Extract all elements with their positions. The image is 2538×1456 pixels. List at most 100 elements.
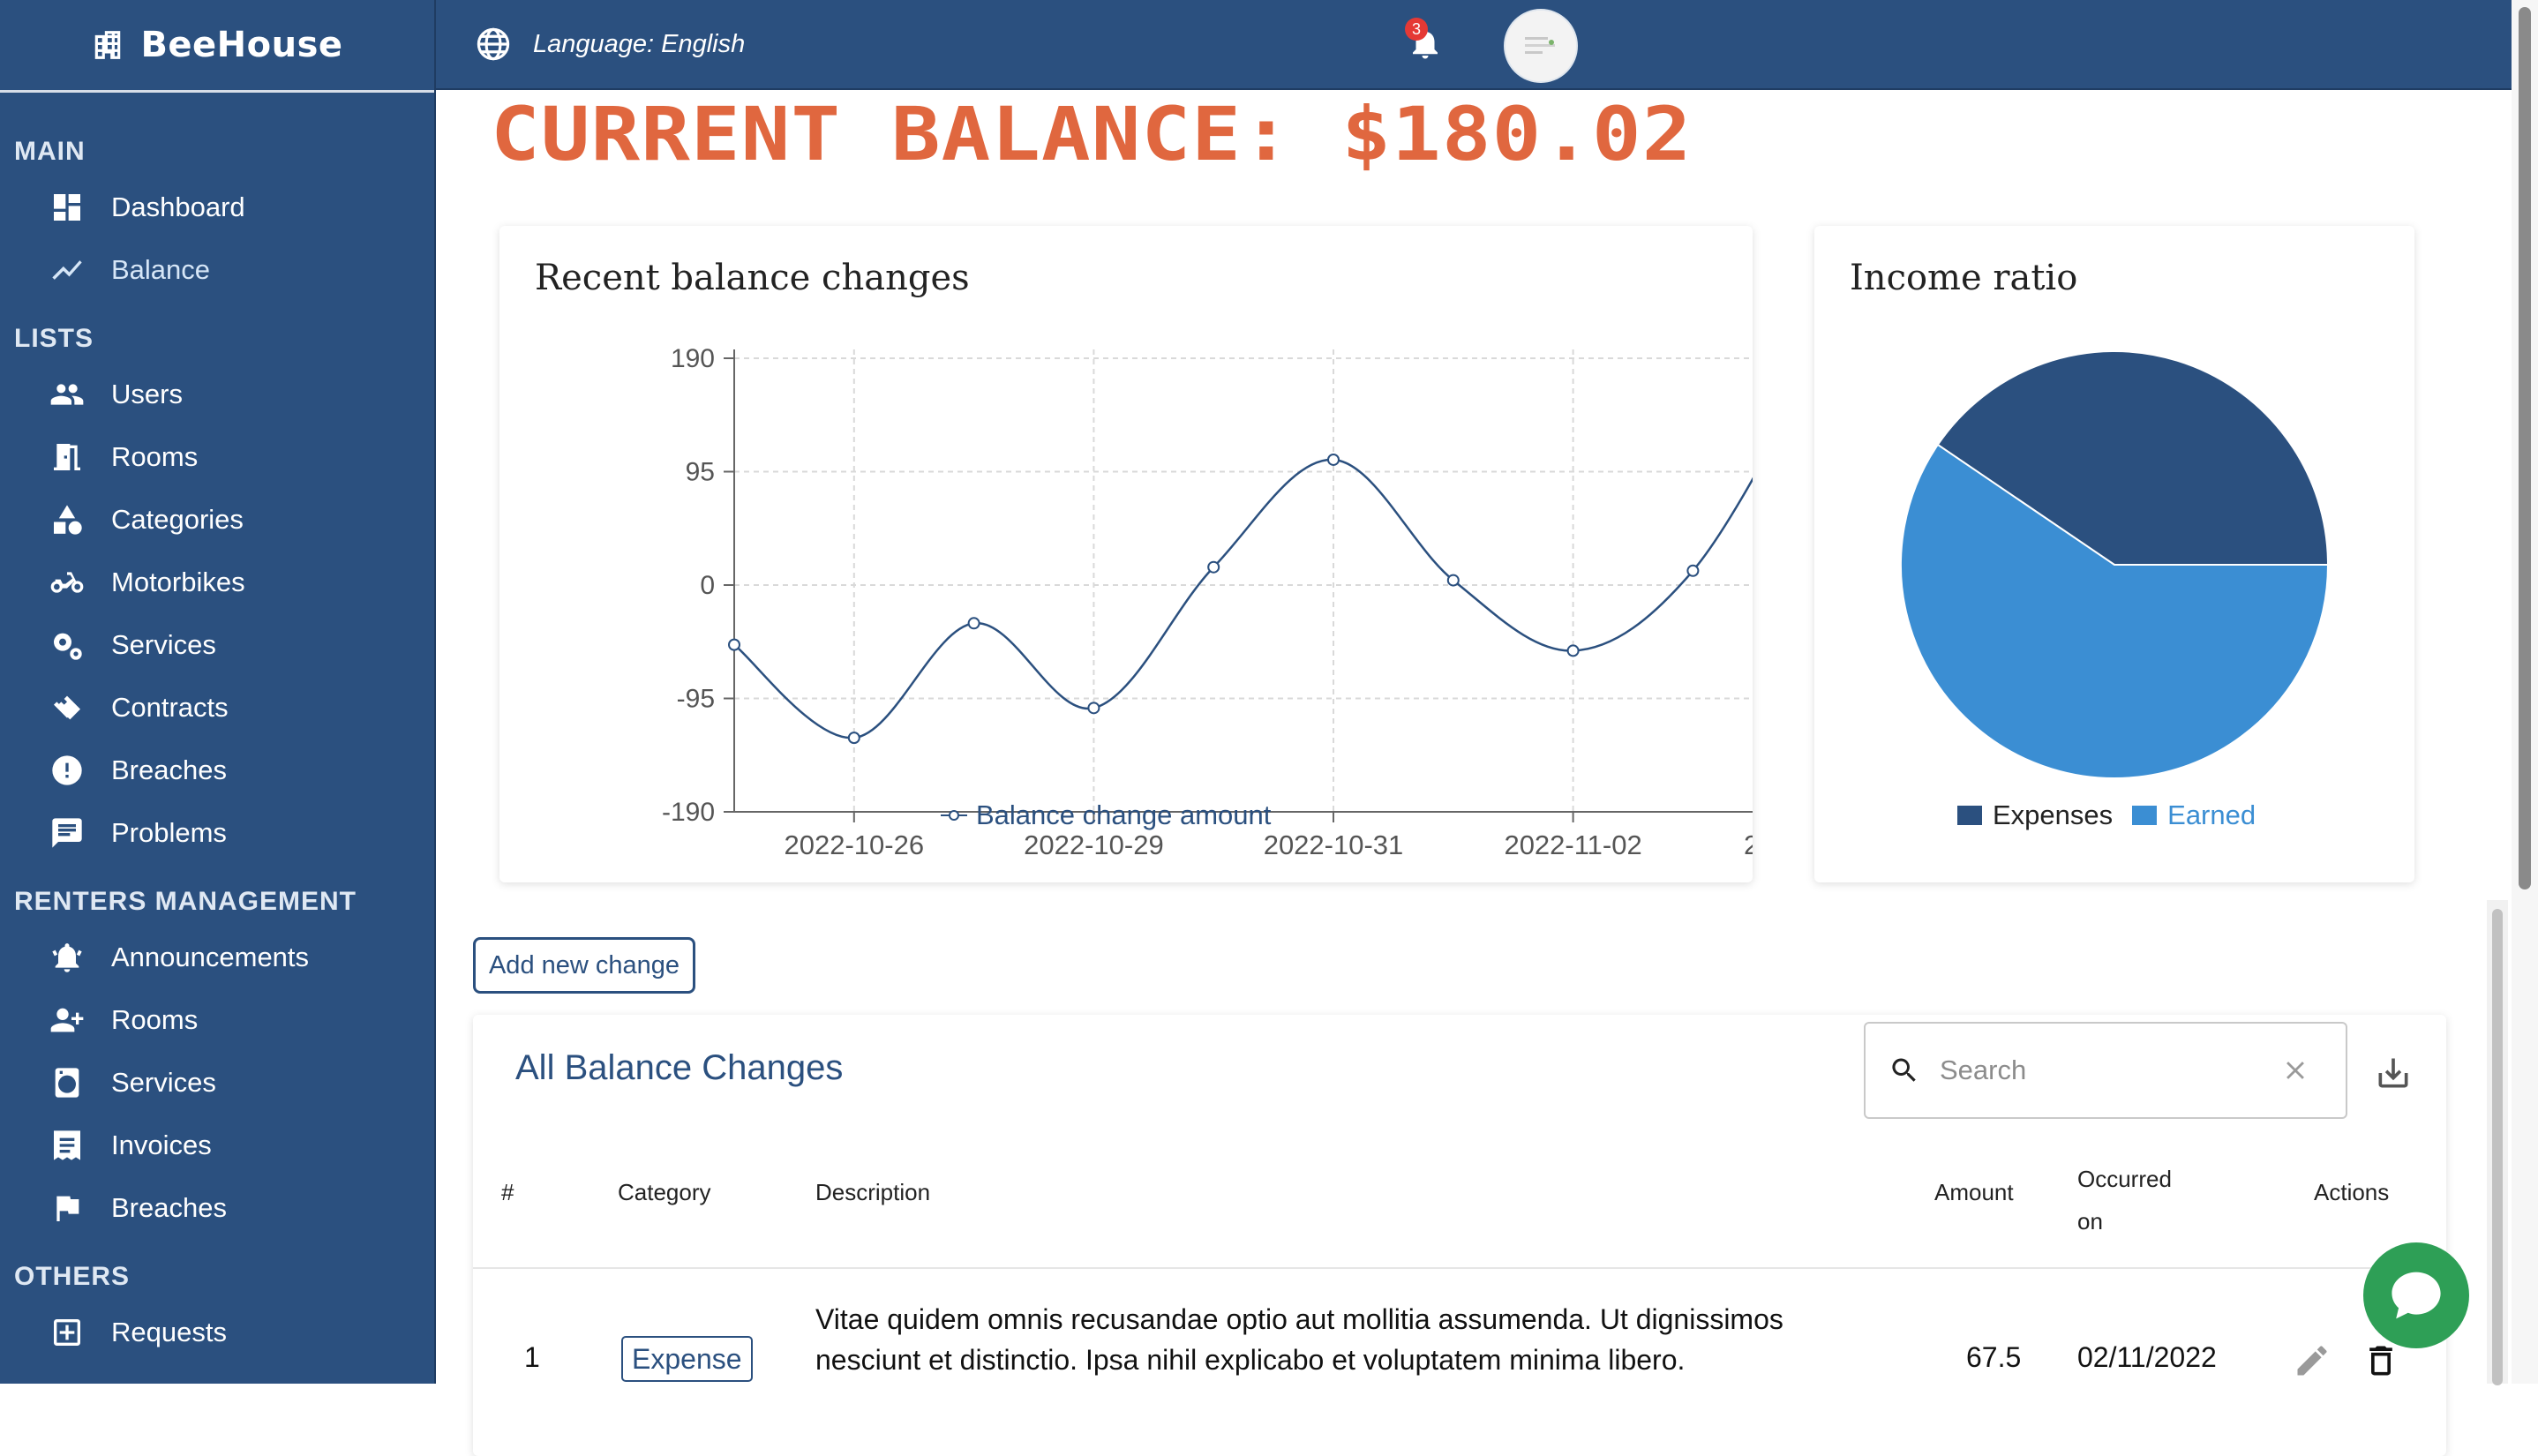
handshake-icon <box>48 688 86 727</box>
cell-occurred-on: 02/11/2022 <box>2077 1341 2217 1373</box>
search-box[interactable] <box>1864 1022 2347 1119</box>
sidebar-item-categories[interactable]: Categories <box>0 488 434 551</box>
sidebar-item-announcements[interactable]: Announcements <box>0 926 434 988</box>
brand[interactable]: BeeHouse <box>0 0 434 93</box>
sidebar-item-invoices[interactable]: Invoices <box>0 1114 434 1176</box>
sidebar-item-label: Services <box>111 628 216 660</box>
description-line1: Vitae quidem omnis recusandae optio aut … <box>815 1303 1783 1335</box>
pie-chart-legend: Expenses Earned <box>1957 799 2256 831</box>
door-icon <box>48 438 86 477</box>
sidebar-item-rooms[interactable]: Rooms <box>0 425 434 488</box>
delete-icon[interactable] <box>2362 1341 2400 1380</box>
cell-description: Vitae quidem omnis recusandae optio aut … <box>815 1299 1783 1380</box>
legend-label-expenses[interactable]: Expenses <box>1993 799 2113 831</box>
sidebar-item-label: Problems <box>111 816 227 848</box>
occurred-header-line1: Occurred <box>2077 1166 2172 1192</box>
header-divider <box>473 1267 2446 1269</box>
y-tick-label: -190 <box>662 798 715 827</box>
balance-changes-table-card: All Balance Changes # Category Descripti… <box>473 1015 2446 1456</box>
sidebar-item-users[interactable]: Users <box>0 363 434 425</box>
sidebar-item-label: Categories <box>111 503 244 535</box>
sidebar-item-balance[interactable]: Balance <box>0 238 434 301</box>
column-header-occurred-on[interactable]: Occurred on <box>2077 1158 2172 1242</box>
sidebar-item-label: Invoices <box>111 1129 212 1160</box>
flag-icon <box>48 1189 86 1227</box>
receipt-icon <box>48 1126 86 1165</box>
sidebar-item-label: Users <box>111 378 183 409</box>
line-chart-legend[interactable]: Balance change amount <box>939 799 1271 831</box>
sidebar-item-renter-rooms[interactable]: Rooms <box>0 988 434 1051</box>
dashboard-icon <box>48 188 86 227</box>
series-line <box>733 458 1753 739</box>
table-title: All Balance Changes <box>515 1048 844 1087</box>
trend-line-icon <box>48 251 86 289</box>
sidebar-item-requests[interactable]: Requests <box>0 1301 434 1363</box>
x-tick-label: 2022-11-22 <box>1744 829 1753 860</box>
x-tick-label: 2022-10-29 <box>1024 829 1164 860</box>
sidebar-item-label: Motorbikes <box>111 566 245 597</box>
data-point <box>847 732 860 745</box>
nav-section-renters-management: RENTERS MANAGEMENT <box>14 887 357 916</box>
content-scrollbar-thumb[interactable] <box>2492 909 2503 1385</box>
y-tick-label: 0 <box>700 571 715 600</box>
cell-index: 1 <box>524 1341 540 1373</box>
data-point <box>728 638 740 651</box>
cell-amount: 67.5 <box>1966 1341 2022 1373</box>
notifications-button[interactable]: 3 <box>1405 18 1449 67</box>
language-label: Language: English <box>533 29 746 58</box>
gears-icon <box>48 626 86 664</box>
column-header-index[interactable]: # <box>501 1179 514 1206</box>
building-icon <box>95 31 121 59</box>
nav-section-lists: LISTS <box>14 324 94 353</box>
sidebar-item-services[interactable]: Services <box>0 613 434 676</box>
data-point <box>967 617 980 630</box>
washer-icon <box>48 1063 86 1102</box>
content-scrollbar[interactable] <box>2487 900 2508 1385</box>
pie-chart-card: Income ratio Expenses Earned <box>1814 226 2414 882</box>
sidebar-item-label: Announcements <box>111 941 310 972</box>
y-tick-label: 95 <box>686 458 715 487</box>
notification-badge: 3 <box>1405 18 1428 41</box>
add-new-change-button[interactable]: Add new change <box>473 937 695 994</box>
chat-bubble-icon <box>2392 1272 2441 1319</box>
line-legend-label: Balance change amount <box>976 799 1272 830</box>
data-point <box>1446 574 1460 587</box>
alarm-bell-icon <box>48 938 86 977</box>
avatar-image <box>1506 11 1576 81</box>
search-input[interactable] <box>1938 1054 2268 1087</box>
data-point <box>1686 564 1700 577</box>
sidebar-item-label: Breaches <box>111 754 227 785</box>
page-scrollbar-thumb[interactable] <box>2519 7 2531 889</box>
column-header-description[interactable]: Description <box>815 1179 930 1206</box>
legend-label-earned[interactable]: Earned <box>2167 799 2256 831</box>
sidebar-item-label: Breaches <box>111 1191 227 1223</box>
sidebar-item-renter-services[interactable]: Services <box>0 1051 434 1114</box>
occurred-header-line2: on <box>2077 1208 2103 1235</box>
legend-swatch-expenses <box>1957 806 1982 825</box>
language-selector[interactable]: Language: English <box>475 26 745 63</box>
sidebar-item-breaches[interactable]: Breaches <box>0 739 434 801</box>
sidebar-item-contracts[interactable]: Contracts <box>0 676 434 739</box>
chat-button[interactable] <box>2363 1242 2469 1348</box>
page-scrollbar[interactable] <box>2512 0 2538 1384</box>
sidebar-item-label: Dashboard <box>111 191 245 222</box>
description-line2: nesciunt et distinctio. Ipsa nihil expli… <box>815 1344 1686 1376</box>
download-icon[interactable] <box>2374 1054 2413 1092</box>
sidebar-item-label: Rooms <box>111 440 199 472</box>
sidebar-item-dashboard[interactable]: Dashboard <box>0 176 434 238</box>
clear-search-icon[interactable] <box>2280 1055 2310 1085</box>
column-header-category[interactable]: Category <box>618 1179 711 1206</box>
sidebar-item-motorbikes[interactable]: Motorbikes <box>0 551 434 613</box>
message-icon <box>48 814 86 852</box>
sidebar-item-renter-breaches[interactable]: Breaches <box>0 1176 434 1239</box>
line-chart: 190 95 0 -95 -190 2022-10-26 2022-10-29 2022-10… <box>662 344 1753 860</box>
edit-icon[interactable] <box>2293 1341 2332 1380</box>
globe-icon <box>477 27 510 61</box>
y-tick-label: 190 <box>671 344 715 373</box>
sidebar-item-problems[interactable]: Problems <box>0 801 434 864</box>
x-tick-label: 2022-10-31 <box>1264 829 1404 860</box>
line-chart-card: Recent balance changes 190 95 0 -95 -190 2022… <box>499 226 1753 882</box>
avatar[interactable] <box>1504 9 1578 83</box>
sidebar-item-label: Contracts <box>111 691 229 723</box>
column-header-amount[interactable]: Amount <box>1934 1179 2014 1206</box>
